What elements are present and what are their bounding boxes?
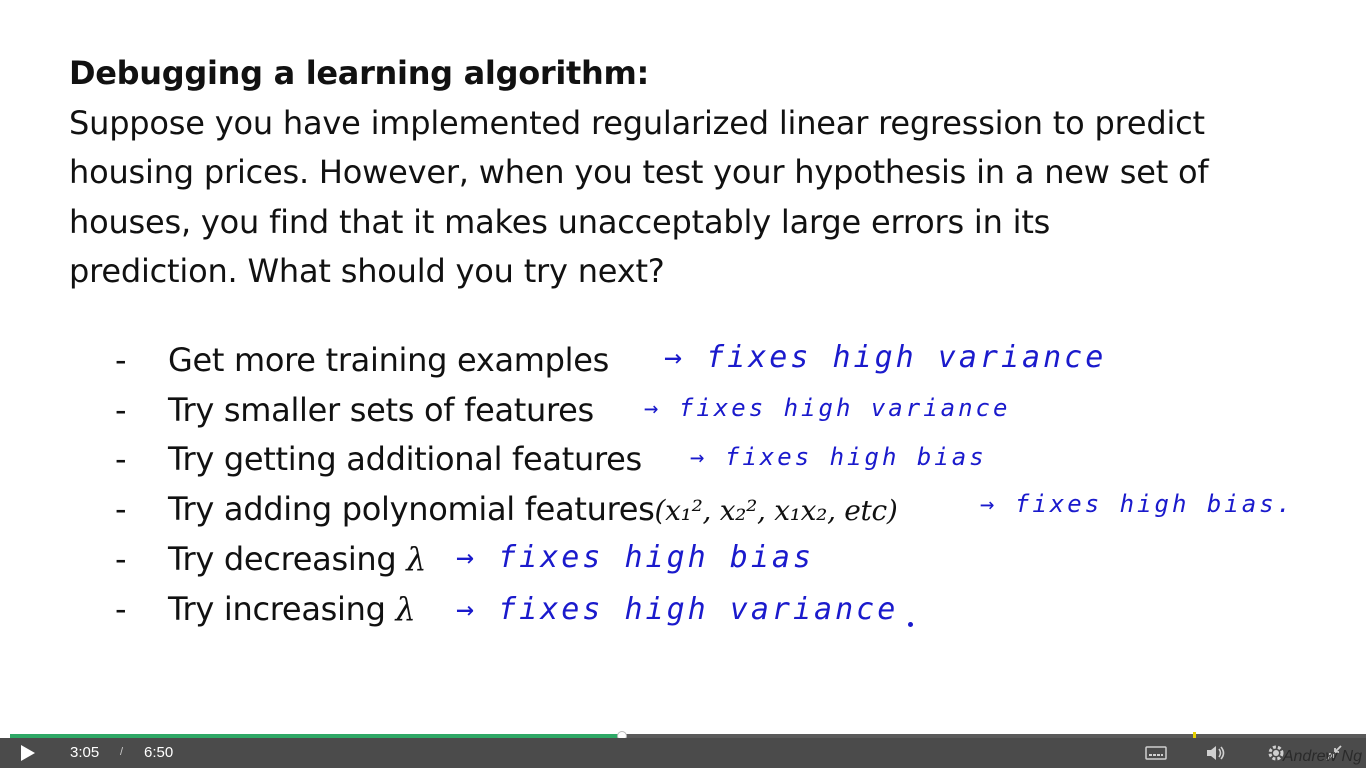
ink-dot — [908, 622, 913, 627]
bullet-text: Try decreasing λ — [168, 540, 427, 578]
bullet-text: Try increasing λ — [168, 590, 416, 628]
bullet-label: Try decreasing — [168, 540, 397, 578]
volume-icon — [1207, 746, 1225, 760]
bullet-text: Try getting additional features — [168, 440, 642, 478]
bullet-text: Get more training examples — [168, 341, 610, 379]
handwritten-note: → fixes high variance — [664, 340, 1107, 375]
bullet-label: Try adding polynomial features — [168, 490, 655, 528]
player-control-bar: 3:05 / 6:50 Andrew Ng — [0, 738, 1366, 768]
arrow-icon: → — [456, 592, 478, 627]
bullet-text: Try adding polynomial features(x₁², x₂²,… — [168, 490, 898, 528]
arrow-icon: → — [664, 340, 686, 375]
bullet-dash: - — [115, 490, 127, 528]
paragraph-line-1: Suppose you have implemented regularized… — [69, 104, 1205, 142]
bullet-dash: - — [115, 391, 127, 429]
bullet-dash: - — [115, 440, 127, 478]
arrow-icon: → — [456, 540, 478, 575]
lecture-slide: Debugging a learning algorithm: Suppose … — [0, 0, 1366, 738]
handwritten-note: → fixes high bias — [456, 540, 815, 575]
bullet-label: Try increasing — [168, 590, 386, 628]
arrow-icon: → — [644, 394, 662, 422]
handwritten-note: → fixes high bias — [690, 443, 987, 471]
bullet-dash: - — [115, 590, 127, 628]
play-icon — [21, 745, 35, 761]
volume-button[interactable] — [1204, 743, 1228, 763]
arrow-icon: → — [980, 490, 998, 518]
paragraph-line-2: housing prices. However, when you test y… — [69, 153, 1209, 191]
handwritten-note: → fixes high variance — [456, 592, 899, 627]
time-separator: / — [120, 746, 124, 758]
lambda-symbol: λ — [406, 540, 427, 578]
lambda-symbol: λ — [395, 590, 416, 628]
bullet-dash: - — [115, 341, 127, 379]
paragraph-line-3: houses, you find that it makes unaccepta… — [69, 203, 1051, 241]
current-time: 3:05 — [70, 744, 100, 761]
captions-button[interactable] — [1144, 743, 1168, 763]
duration: 6:50 — [144, 744, 174, 761]
handwritten-note: → fixes high bias. — [980, 490, 1295, 518]
paragraph-line-4: prediction. What should you try next? — [69, 252, 665, 290]
bullet-dash: - — [115, 540, 127, 578]
polynomial-formula: (x₁², x₂², x₁x₂, etc) — [654, 494, 898, 527]
bullet-text: Try smaller sets of features — [168, 391, 594, 429]
arrow-icon: → — [690, 443, 708, 471]
captions-icon — [1145, 746, 1167, 760]
presenter-watermark: Andrew Ng — [1282, 748, 1362, 765]
slide-title: Debugging a learning algorithm: — [69, 54, 650, 92]
handwritten-note: → fixes high variance — [644, 394, 1011, 422]
play-button[interactable] — [14, 743, 42, 763]
